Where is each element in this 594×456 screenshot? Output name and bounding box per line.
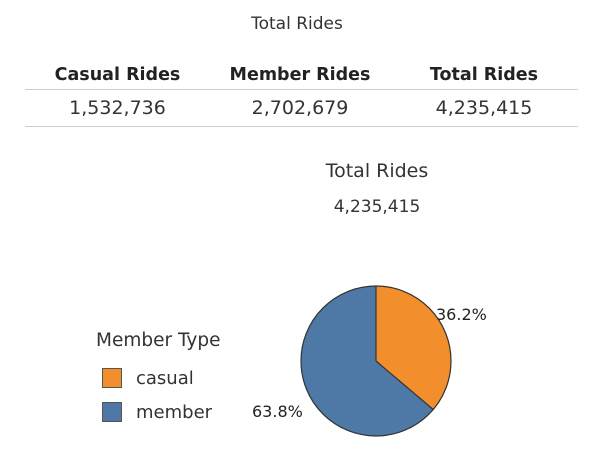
slice-label-casual: 36.2% [436,305,487,324]
pie-chart: 36.2% 63.8% [252,285,487,437]
slice-label-member: 63.8% [252,402,303,421]
